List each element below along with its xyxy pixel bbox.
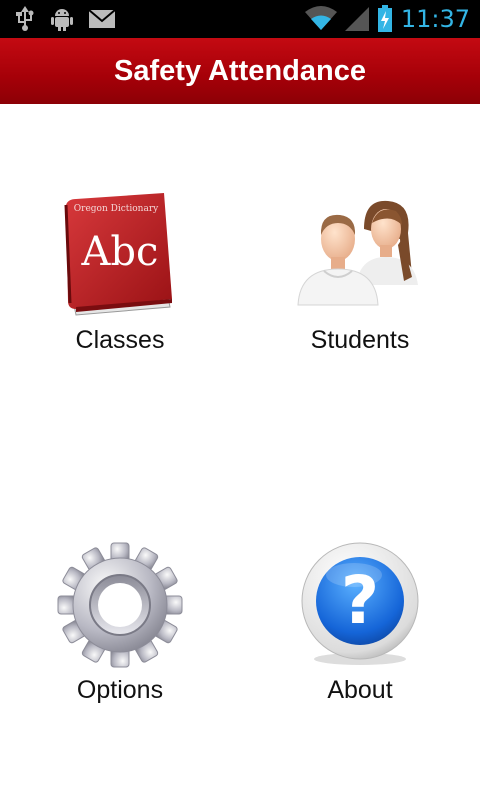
book-cover-text: Abc — [81, 229, 159, 275]
about-button[interactable]: ? About — [240, 540, 480, 705]
android-debug-icon — [51, 9, 73, 31]
signal-icon — [344, 7, 369, 31]
status-system: 11:37 — [304, 0, 470, 38]
classes-button[interactable]: Oregon Dictionary Abc Classes — [0, 190, 240, 355]
status-clock: 11:37 — [400, 5, 470, 33]
students-label: Students — [310, 326, 410, 354]
options-label: Options — [76, 676, 164, 704]
gear-icon — [50, 540, 190, 670]
about-label: About — [327, 676, 393, 704]
status-notifications — [14, 6, 116, 32]
classes-label: Classes — [75, 326, 165, 354]
battery-charging-icon — [377, 5, 392, 32]
usb-icon — [16, 6, 34, 31]
app-title: Safety Attendance — [114, 54, 366, 87]
status-bar: 11:37 — [0, 0, 480, 38]
book-icon: Oregon Dictionary Abc — [50, 190, 190, 320]
people-icon — [290, 190, 430, 320]
book-subtitle: Oregon Dictionary — [74, 204, 159, 214]
options-button[interactable]: Options — [0, 540, 240, 705]
wifi-icon — [304, 6, 337, 30]
help-icon: ? — [290, 540, 430, 670]
mail-icon — [88, 9, 116, 28]
students-button[interactable]: Students — [240, 190, 480, 355]
app-header: Safety Attendance — [0, 38, 480, 104]
